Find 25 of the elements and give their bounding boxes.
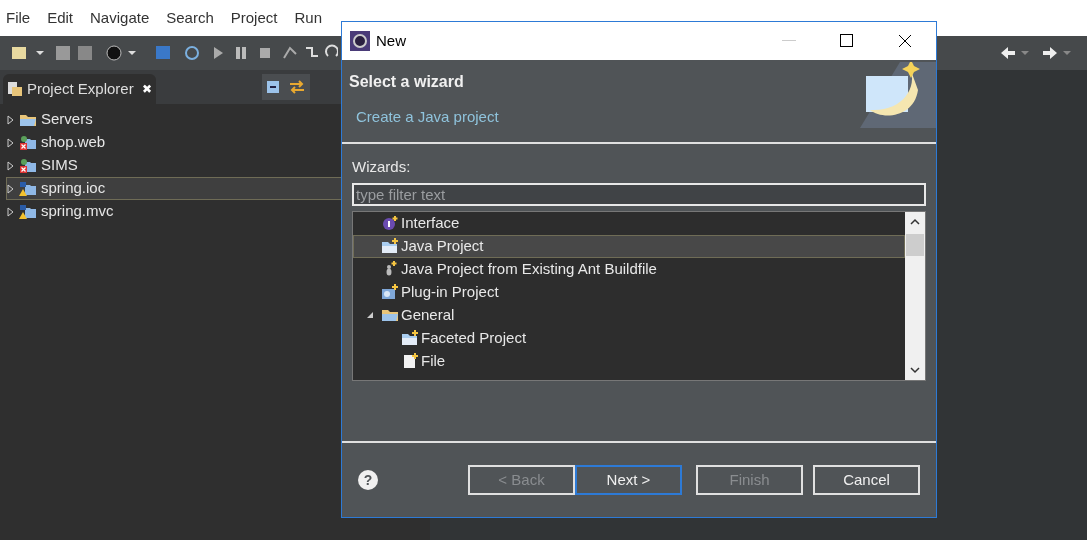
wizard-item[interactable]: Interface — [353, 211, 905, 235]
close-icon[interactable]: ✖ — [141, 80, 152, 98]
wizards-label: Wizards: — [352, 157, 412, 177]
menu-item[interactable]: Search — [166, 6, 214, 30]
project-tree-item[interactable]: shop.web — [6, 131, 424, 154]
menu-item[interactable]: Project — [230, 6, 278, 30]
wizard-item[interactable]: Faceted Project — [353, 326, 905, 350]
wizard-description: Create a Java project — [356, 107, 500, 127]
menu-item[interactable]: Run — [294, 6, 322, 30]
filter-field[interactable]: type filter text — [352, 182, 926, 206]
wizard-item[interactable]: General — [353, 303, 905, 327]
project-explorer-tab[interactable]: Project Explorer ✖ — [3, 74, 156, 104]
dialog-button[interactable]: Next > — [575, 465, 682, 495]
menu-item[interactable]: Navigate — [90, 6, 150, 30]
menu-item[interactable]: File — [6, 6, 31, 30]
wizard-item[interactable]: Plug-in Project — [353, 280, 905, 304]
wizard-item[interactable]: Java Project — [353, 234, 905, 258]
help-icon[interactable]: ? — [358, 470, 378, 490]
wizard-heading: Select a wizard — [349, 72, 465, 92]
wizard-item[interactable]: File — [353, 349, 905, 373]
dialog-title: New — [376, 30, 406, 51]
dialog-button[interactable]: Cancel — [813, 465, 920, 495]
wizard-item[interactable]: Java Project from Existing Ant Buildfile — [353, 257, 905, 281]
tab-title: Project Explorer — [27, 78, 134, 99]
menu-item[interactable]: Edit — [47, 6, 74, 30]
